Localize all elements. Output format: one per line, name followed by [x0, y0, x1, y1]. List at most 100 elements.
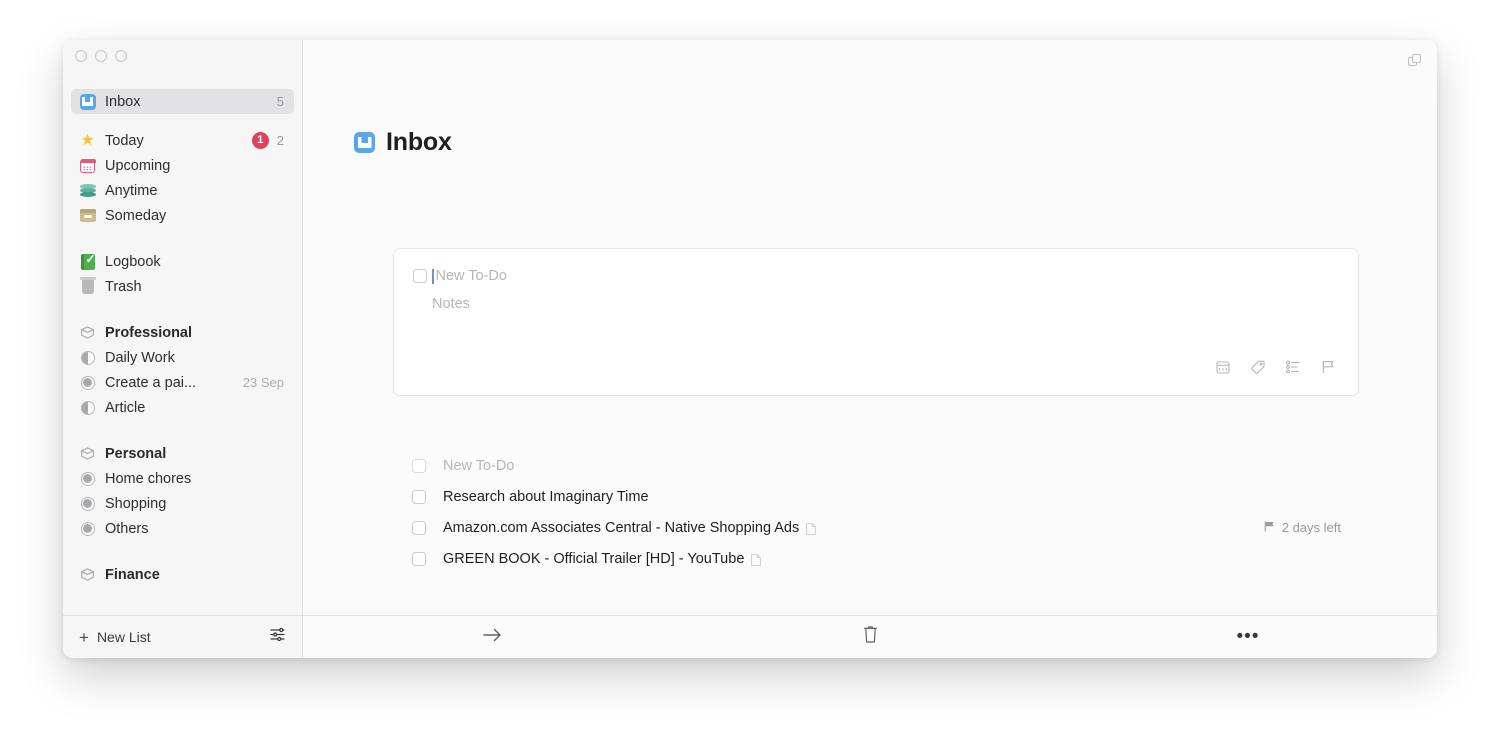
sidebar-project-label: Daily Work	[105, 350, 284, 366]
sidebar-project-label: Home chores	[105, 471, 284, 487]
sidebar-item-inbox[interactable]: Inbox 5	[71, 89, 294, 114]
sidebar-divider	[63, 299, 302, 320]
project-progress-full-icon	[79, 520, 96, 537]
area-icon	[79, 324, 96, 341]
plus-icon: +	[79, 629, 89, 646]
sidebar-project-label: Others	[105, 521, 284, 537]
calendar-icon	[79, 157, 96, 174]
delete-button[interactable]	[681, 625, 1059, 649]
more-options-icon: •••	[1237, 631, 1260, 642]
sidebar-project-home-chores[interactable]: Home chores	[71, 466, 294, 491]
box-icon	[79, 207, 96, 224]
todo-title: Research about Imaginary Time	[443, 489, 649, 505]
sidebar-project-article[interactable]: Article	[71, 395, 294, 420]
bottom-toolbar: •••	[303, 615, 1437, 658]
sidebar-project-date: 23 Sep	[243, 375, 284, 390]
todo-checkbox[interactable]	[412, 490, 426, 504]
trash-icon	[79, 278, 96, 295]
move-to-button[interactable]	[303, 626, 681, 649]
zoom-button[interactable]	[115, 50, 127, 62]
when-calendar-icon[interactable]	[1215, 359, 1231, 375]
project-progress-half-icon	[79, 399, 96, 416]
content-scroll-area: Inbox New To-Do Notes	[303, 40, 1437, 615]
checklist-icon[interactable]	[1285, 359, 1301, 375]
sidebar-item-anytime[interactable]: Anytime	[71, 178, 294, 203]
trash-icon	[863, 625, 878, 649]
sidebar-list: Inbox 5 ★ Today 1 2 Upcoming	[63, 66, 302, 615]
more-options-button[interactable]: •••	[1059, 631, 1437, 642]
sidebar-item-upcoming[interactable]: Upcoming	[71, 153, 294, 178]
star-icon: ★	[79, 132, 96, 149]
sliders-icon[interactable]	[269, 626, 286, 648]
todo-checkbox[interactable]	[412, 521, 426, 535]
new-todo-title-input[interactable]: New To-Do	[436, 268, 507, 284]
sidebar-item-label: Someday	[105, 208, 284, 224]
sidebar-project-create-a-pai[interactable]: Create a pai... 23 Sep	[71, 370, 294, 395]
sidebar-item-label: Anytime	[105, 183, 284, 199]
sidebar-item-trash[interactable]: Trash	[71, 274, 294, 299]
inbox-icon	[79, 93, 96, 110]
page-title-text: Inbox	[386, 128, 452, 157]
sidebar: Inbox 5 ★ Today 1 2 Upcoming	[63, 40, 303, 658]
inbox-count: 5	[277, 94, 284, 109]
sidebar-item-someday[interactable]: Someday	[71, 203, 294, 228]
content-pane: Inbox New To-Do Notes	[303, 40, 1437, 658]
sidebar-project-label: Shopping	[105, 496, 284, 512]
today-count: 2	[277, 133, 284, 148]
sidebar-project-others[interactable]: Others	[71, 516, 294, 541]
sidebar-item-label: Inbox	[105, 94, 269, 110]
sidebar-area-label: Personal	[105, 446, 284, 462]
today-badge: 1	[252, 132, 269, 149]
new-todo-notes-input[interactable]: Notes	[432, 296, 1358, 312]
close-button[interactable]	[75, 50, 87, 62]
todo-title: Amazon.com Associates Central - Native S…	[443, 520, 799, 536]
logbook-icon	[79, 253, 96, 270]
sidebar-area-professional[interactable]: Professional	[71, 320, 294, 345]
sidebar-divider	[63, 420, 302, 441]
deadline-text: 2 days left	[1282, 520, 1341, 535]
new-list-button[interactable]: + New List	[79, 629, 151, 646]
list-item[interactable]: Research about Imaginary Time	[393, 481, 1359, 512]
list-item[interactable]: GREEN BOOK - Official Trailer [HD] - You…	[393, 543, 1359, 574]
sidebar-item-logbook[interactable]: Logbook	[71, 249, 294, 274]
sidebar-area-personal[interactable]: Personal	[71, 441, 294, 466]
sidebar-footer: + New List	[63, 615, 302, 658]
todo-checkbox[interactable]	[412, 459, 426, 473]
minimize-button[interactable]	[95, 50, 107, 62]
new-todo-toolbar	[1215, 359, 1336, 375]
todo-list: New To-Do Research about Imaginary Time …	[393, 450, 1359, 574]
project-progress-full-icon	[79, 470, 96, 487]
layers-icon	[79, 182, 96, 199]
todo-title: GREEN BOOK - Official Trailer [HD] - You…	[443, 551, 744, 567]
sidebar-item-today[interactable]: ★ Today 1 2	[71, 128, 294, 153]
sidebar-project-shopping[interactable]: Shopping	[71, 491, 294, 516]
sidebar-project-daily-work[interactable]: Daily Work	[71, 345, 294, 370]
deadline-flag-icon	[1263, 520, 1276, 536]
sidebar-area-finance[interactable]: Finance	[71, 562, 294, 587]
sidebar-area-label: Professional	[105, 325, 284, 341]
sidebar-project-label: Article	[105, 400, 284, 416]
todo-checkbox[interactable]	[412, 552, 426, 566]
new-todo-edit-card[interactable]: New To-Do Notes	[393, 248, 1359, 396]
todo-title: New To-Do	[443, 458, 514, 474]
sidebar-divider	[63, 228, 302, 249]
tag-icon[interactable]	[1250, 359, 1266, 375]
sidebar-item-label: Logbook	[105, 254, 284, 270]
list-item[interactable]: Amazon.com Associates Central - Native S…	[393, 512, 1359, 543]
note-indicator-icon	[806, 522, 816, 534]
deadline-flag-icon[interactable]	[1320, 359, 1336, 375]
deadline-label: 2 days left	[1263, 520, 1341, 536]
area-icon	[79, 445, 96, 462]
sidebar-item-label: Trash	[105, 279, 284, 295]
sidebar-divider	[63, 114, 302, 128]
todo-checkbox[interactable]	[413, 269, 427, 283]
list-item[interactable]: New To-Do	[393, 450, 1359, 481]
sidebar-item-label: Today	[105, 133, 246, 149]
copy-icon[interactable]	[1407, 53, 1423, 69]
text-cursor	[432, 269, 434, 284]
project-progress-half-icon	[79, 349, 96, 366]
sidebar-project-label: Create a pai...	[105, 375, 235, 391]
new-list-label: New List	[97, 629, 151, 645]
note-indicator-icon	[751, 553, 761, 565]
move-arrow-icon	[482, 626, 503, 649]
